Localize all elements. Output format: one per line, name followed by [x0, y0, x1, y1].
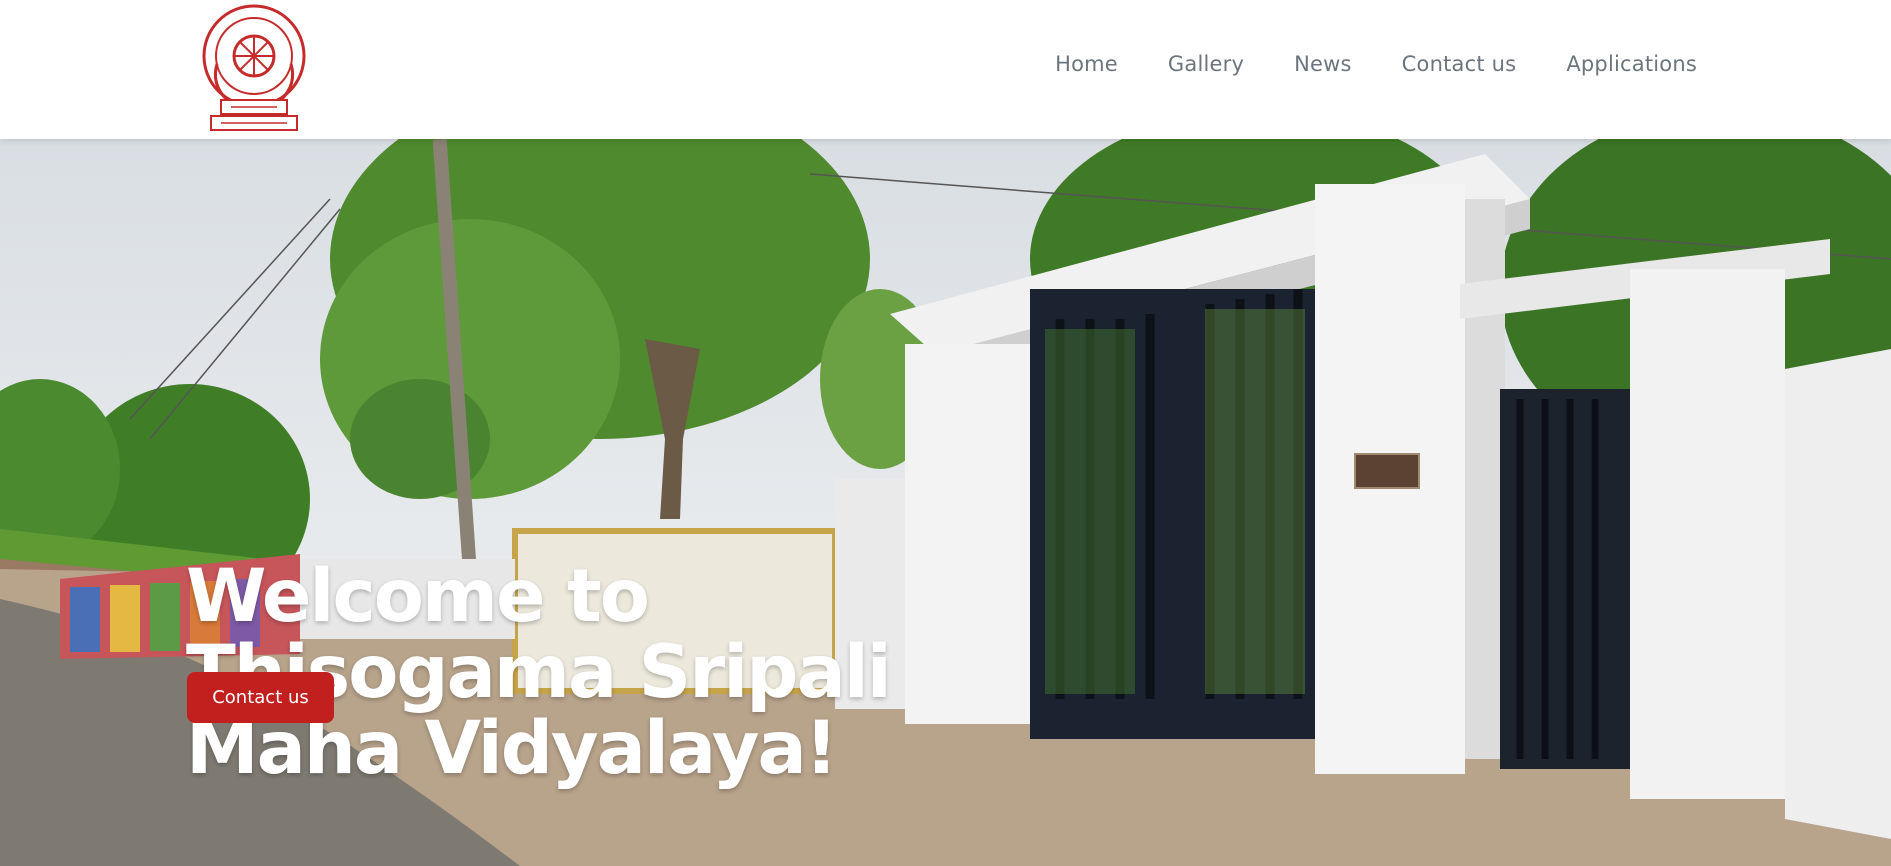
site-header: Home Gallery News Contact us Application…	[0, 0, 1891, 139]
nav-news[interactable]: News	[1294, 52, 1352, 76]
nav-contact-us[interactable]: Contact us	[1402, 52, 1517, 76]
school-crest-icon[interactable]	[197, 4, 311, 134]
nav-gallery[interactable]: Gallery	[1168, 52, 1244, 76]
hero-banner: Welcome to Thisogama Sripali Maha Vidyal…	[0, 139, 1891, 866]
contact-us-button[interactable]: Contact us	[187, 672, 334, 723]
nav-applications[interactable]: Applications	[1566, 52, 1697, 76]
nav-home[interactable]: Home	[1055, 52, 1118, 76]
main-nav: Home Gallery News Contact us Application…	[1055, 52, 1697, 76]
